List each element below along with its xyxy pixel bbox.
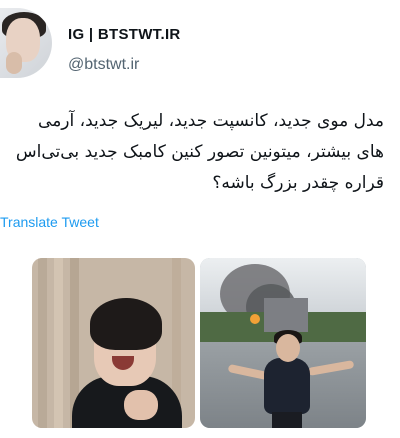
tweet-header: IG | BTSTWT.IR @btstwt.ir [0, 0, 400, 90]
person-body [264, 358, 310, 414]
person-legs [272, 412, 302, 428]
curtain-fold [54, 258, 63, 428]
person-hand [124, 390, 158, 420]
tweet-text: مدل موی جدید، کانسپت جدید، لیریک جدید، آ… [15, 111, 384, 193]
fire [250, 314, 260, 324]
media-image-right[interactable] [200, 258, 366, 428]
avatar-hand [6, 52, 22, 74]
translate-tweet-link[interactable]: Translate Tweet [0, 214, 99, 230]
media-image-left[interactable] [32, 258, 195, 428]
user-handle[interactable]: @btstwt.ir [68, 56, 139, 74]
curtain-fold [38, 258, 47, 428]
display-name[interactable]: IG | BTSTWT.IR [68, 26, 181, 43]
avatar[interactable] [0, 8, 52, 78]
building [264, 298, 308, 332]
person-head [276, 334, 300, 362]
person-hair [90, 298, 162, 350]
tweet-media [32, 258, 366, 428]
